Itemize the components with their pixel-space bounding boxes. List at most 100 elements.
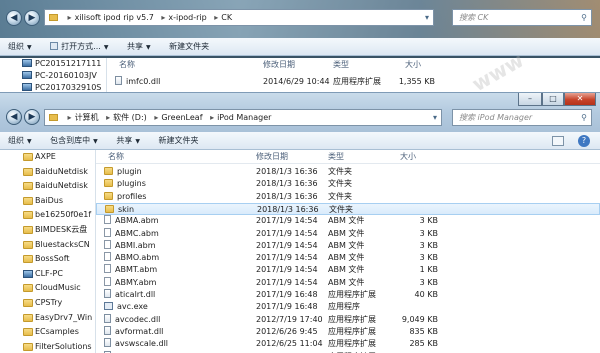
file-row[interactable]: avswscale.dll 2012/6/25 11:04 应用程序扩展 285 KB (96, 338, 600, 350)
file-row[interactable]: ABMO.abm 2017/1/9 14:54 ABM 文件 3 KB (96, 252, 600, 264)
file-name: ABMA.abm (115, 216, 159, 226)
nav-item-label: BossSoft (35, 254, 70, 264)
column-header-size[interactable]: 大小 (400, 150, 416, 164)
search-icon[interactable]: ⚲ (581, 110, 587, 125)
nav-item[interactable]: ECsamples (0, 325, 95, 340)
open-with-button[interactable]: 打开方式... ▼ (42, 38, 116, 57)
breadcrumb-segment[interactable]: 软件 (D:) (113, 113, 147, 122)
computer-icon (22, 59, 32, 67)
breadcrumb-segment[interactable]: x-ipod-rip (168, 13, 206, 22)
foreground-title-frame: – □ ✕ ◀ ▶ ▸ 计算机 ▸ 软件 (D:) ▸ GreenLeaf ▸ iPod… (0, 92, 600, 132)
address-bar[interactable]: ▸ xilisoft ipod rip v5.7 ▸ x-ipod-rip ▸ CK … (44, 9, 434, 26)
nav-item[interactable]: CPSTry (0, 296, 95, 311)
file-row[interactable]: ABMI.abm 2017/1/9 14:54 ABM 文件 3 KB (96, 239, 600, 252)
dll-file-icon (104, 325, 111, 335)
breadcrumb-segment[interactable]: CK (221, 13, 232, 22)
chevron-down-icon[interactable]: ▾ (433, 110, 437, 125)
back-arrow-icon[interactable]: ◀ (6, 10, 22, 26)
file-row[interactable]: ABMC.abm 2017/1/9 14:54 ABM 文件 3 KB (96, 227, 600, 240)
breadcrumb-segment[interactable]: xilisoft ipod rip v5.7 (75, 13, 154, 22)
help-icon[interactable]: ? (578, 135, 590, 147)
breadcrumb-segment[interactable]: GreenLeaf (161, 113, 202, 122)
nav-item[interactable]: CLF-PC (0, 267, 95, 282)
address-bar[interactable]: ▸ 计算机 ▸ 软件 (D:) ▸ GreenLeaf ▸ iPod Manager ▾ (44, 109, 442, 126)
nav-item-label: FilterSolutions (35, 341, 92, 351)
nav-item[interactable]: BIMDESK云盘 (0, 223, 95, 238)
file-row[interactable]: avcodec.dll 2012/7/19 17:40 应用程序扩展 9,049 KB (96, 313, 600, 326)
file-date: 2012/6/25 11:04 (256, 339, 323, 349)
file-size: 1 KB (419, 265, 438, 275)
maximize-button[interactable]: □ (542, 93, 564, 106)
file-row[interactable]: ABMY.abm 2017/1/9 14:54 ABM 文件 3 KB (96, 276, 600, 289)
nav-item-computer[interactable]: PC20151217111 (20, 58, 106, 70)
file-type: 文件夹 (328, 191, 352, 201)
column-header-type[interactable]: 类型 (328, 150, 344, 164)
view-options-icon[interactable] (552, 136, 564, 146)
new-folder-button[interactable]: 新建文件夹 (151, 132, 207, 150)
file-row[interactable]: avformat.dll 2012/6/26 9:45 应用程序扩展 835 KB (96, 325, 600, 338)
file-row[interactable]: aticalrt.dll 2017/1/9 16:48 应用程序扩展 40 KB (96, 289, 600, 301)
nav-item[interactable]: AXPE (0, 150, 95, 165)
nav-item-computer[interactable]: PC-20160103JV (20, 70, 106, 82)
folder-row[interactable]: plugins 2018/1/3 16:36 文件夹 (96, 178, 600, 190)
share-button[interactable]: 共享 ▼ (108, 132, 148, 151)
nav-item[interactable]: EasyDrv7_Win (0, 311, 95, 326)
column-header-size[interactable]: 大小 (405, 58, 421, 72)
file-name: ABMC.abm (115, 228, 159, 238)
folder-row[interactable]: profiles 2018/1/3 16:36 文件夹 (96, 191, 600, 203)
nav-item[interactable]: BluestacksCN (0, 238, 95, 253)
file-row[interactable]: ABMT.abm 2017/1/9 14:54 ABM 文件 1 KB (96, 264, 600, 276)
file-name: avswscale.dll (115, 339, 169, 349)
folder-icon (23, 182, 33, 191)
back-arrow-icon[interactable]: ◀ (6, 109, 22, 125)
breadcrumb-segment[interactable]: iPod Manager (217, 113, 271, 122)
nav-item[interactable]: be16250f0e1f (0, 208, 95, 223)
search-input[interactable]: 搜索 CK ⚲ (452, 9, 592, 26)
new-folder-button[interactable]: 新建文件夹 (161, 38, 217, 56)
folder-icon (23, 153, 33, 161)
file-size: 3 KB (419, 253, 438, 263)
file-type: 应用程序扩展 (328, 290, 376, 299)
nav-item-label: CloudMusic (35, 283, 81, 293)
file-type: ABM 文件 (328, 265, 365, 275)
search-placeholder: 搜索 iPod Manager (459, 113, 533, 122)
file-row[interactable]: avc.exe 2017/1/9 16:48 应用程序 (96, 301, 600, 313)
file-name: ABMI.abm (115, 240, 156, 250)
file-row[interactable]: ABMA.abm 2017/1/9 14:54 ABM 文件 3 KB (96, 215, 600, 227)
nav-item[interactable]: FilterSolutions (0, 340, 95, 353)
file-icon (104, 215, 111, 225)
column-header-name[interactable]: 名称 (119, 58, 135, 72)
forward-arrow-icon[interactable]: ▶ (24, 10, 40, 26)
folder-icon (23, 313, 33, 322)
column-header-type[interactable]: 类型 (333, 58, 349, 72)
folder-row[interactable]: skin 2018/1/3 16:36 文件夹 (96, 202, 600, 216)
nav-item[interactable]: BossSoft (0, 252, 95, 267)
column-header-name[interactable]: 名称 (108, 150, 124, 164)
search-icon[interactable]: ⚲ (581, 10, 587, 25)
minimize-button[interactable]: – (518, 93, 542, 106)
file-name: avformat.dll (115, 326, 164, 336)
share-button[interactable]: 共享 ▼ (119, 38, 159, 57)
chevron-down-icon[interactable]: ▾ (425, 10, 429, 25)
organize-button[interactable]: 组织 ▼ (0, 38, 40, 57)
search-input[interactable]: 搜索 iPod Manager ⚲ (452, 109, 592, 126)
breadcrumb-segment[interactable]: 计算机 (75, 113, 99, 122)
file-date: 2017/1/9 14:54 (256, 240, 318, 250)
folder-icon (104, 191, 113, 200)
forward-arrow-icon[interactable]: ▶ (24, 109, 40, 125)
nav-item[interactable]: BaiDus (0, 194, 95, 209)
column-header-date[interactable]: 修改日期 (263, 58, 295, 72)
nav-item[interactable]: BaiduNetdisk (0, 179, 95, 194)
close-button[interactable]: ✕ (564, 93, 596, 106)
file-name: ABMO.abm (115, 253, 160, 263)
organize-button[interactable]: 组织 ▼ (0, 132, 40, 151)
nav-item[interactable]: CloudMusic (0, 281, 95, 296)
folder-row[interactable]: plugin 2018/1/3 16:36 文件夹 (96, 166, 600, 178)
folder-icon (23, 284, 33, 293)
include-in-library-button[interactable]: 包含到库中 ▼ (42, 132, 106, 151)
file-date: 2017/1/9 16:48 (256, 290, 318, 299)
file-type: 应用程序扩展 (328, 326, 376, 336)
nav-item[interactable]: BaiduNetdisk (0, 165, 95, 180)
column-header-date[interactable]: 修改日期 (256, 150, 288, 164)
file-row[interactable]: imfc0.dll 2014/6/29 10:44 应用程序扩展 1,355 K… (107, 76, 600, 88)
